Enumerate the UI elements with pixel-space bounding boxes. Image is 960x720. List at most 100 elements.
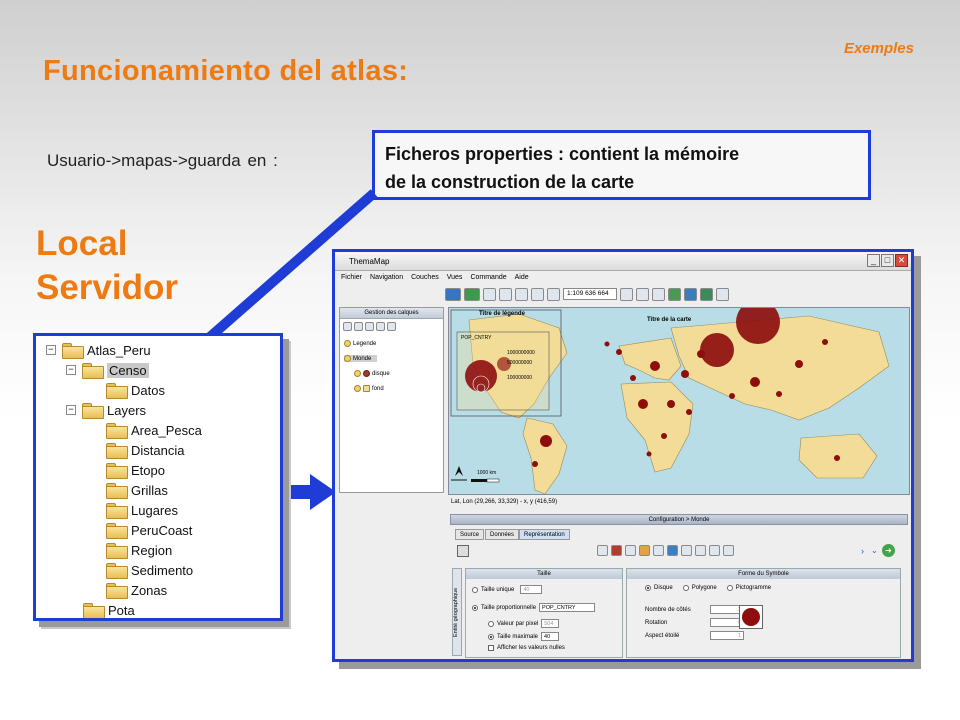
polygone-label: Polygone xyxy=(691,585,717,591)
radio-icon[interactable] xyxy=(488,620,494,627)
back-arrow-icon[interactable] xyxy=(445,287,461,301)
chart-style-icon[interactable] xyxy=(667,545,678,556)
radio-icon[interactable] xyxy=(682,585,689,591)
radio-icon[interactable] xyxy=(488,633,494,640)
tree-item-layer[interactable]: Area_Pesca xyxy=(106,420,202,440)
edit-icon[interactable] xyxy=(387,322,396,331)
taille-unique-label: Taille unique xyxy=(481,586,515,593)
tree-label-layer: Grillas xyxy=(131,482,168,498)
menu-aide[interactable]: Aide xyxy=(515,274,529,281)
globe-icon[interactable] xyxy=(700,287,713,301)
forward-arrow-icon[interactable] xyxy=(464,287,480,301)
scale-field[interactable]: 1:109 636 664 xyxy=(563,288,617,300)
close-icon[interactable]: ✕ xyxy=(895,254,908,267)
tree-item-datos[interactable]: Datos xyxy=(106,380,165,400)
tree-item-layers[interactable]: − Layers xyxy=(66,400,146,420)
scale-label: 1000 km xyxy=(477,470,497,476)
brush-icon[interactable] xyxy=(681,545,692,556)
polygone-option[interactable]: Polygone xyxy=(682,585,717,591)
zoom-icon[interactable] xyxy=(515,287,528,301)
valeur-pixel-input[interactable]: 504 xyxy=(541,619,560,628)
export-icon[interactable] xyxy=(716,287,729,301)
valeur-pixel-option[interactable]: Valeur par pixel 504 xyxy=(488,619,560,628)
tree-item-layer[interactable]: Grillas xyxy=(106,480,168,500)
tab-donnees[interactable]: Données xyxy=(485,529,520,540)
collapse-icon[interactable]: − xyxy=(46,345,56,355)
remove-icon[interactable] xyxy=(365,322,374,331)
config-list-icon[interactable] xyxy=(457,545,469,557)
country-circle xyxy=(776,391,782,397)
taille-max-option[interactable]: Taille maximale 40 xyxy=(488,632,560,641)
bar-style-icon[interactable] xyxy=(723,545,734,556)
map-view[interactable]: Titre de légende Titre de la carte POP_C… xyxy=(448,307,910,495)
delete-icon[interactable] xyxy=(547,287,560,301)
pictogramme-option[interactable]: Pictogramme xyxy=(726,585,771,591)
menu-vues[interactable]: Vues xyxy=(447,274,463,281)
afficher-option[interactable]: Afficher les valeurs nulles xyxy=(488,645,565,651)
table-icon[interactable] xyxy=(620,287,633,301)
collapse-icon[interactable]: − xyxy=(66,365,76,375)
hand-icon[interactable] xyxy=(531,287,544,301)
collapse-icon[interactable]: − xyxy=(66,405,76,415)
checkbox-icon[interactable] xyxy=(488,645,494,651)
taille-unique-input[interactable]: 40 xyxy=(520,585,543,594)
pointer-icon[interactable] xyxy=(483,287,496,301)
arrow-style-icon[interactable] xyxy=(695,545,706,556)
tree-item-layer[interactable]: Region xyxy=(106,540,172,560)
map-icon[interactable] xyxy=(668,287,681,301)
grid-style-icon[interactable] xyxy=(653,545,664,556)
chevron-down-icon[interactable]: ⌄ xyxy=(871,546,878,555)
aspect-input[interactable]: 1 xyxy=(710,631,744,640)
tree-item-censo[interactable]: − Censo xyxy=(66,360,149,380)
maximize-icon[interactable]: □ xyxy=(881,254,894,267)
layer-row-disque[interactable]: disque xyxy=(354,370,390,377)
taille-unique-option[interactable]: Taille unique 40 xyxy=(472,585,543,594)
menu-fichier[interactable]: Fichier xyxy=(341,274,362,281)
tree-item-layer[interactable]: Etopo xyxy=(106,460,165,480)
radio-icon[interactable] xyxy=(726,585,733,591)
up-icon[interactable] xyxy=(343,322,352,331)
config-title: Configuration > Monde xyxy=(450,514,908,525)
layer-row-legende[interactable]: Legende xyxy=(344,340,376,347)
menu-commande[interactable]: Commande xyxy=(470,274,506,281)
taille-prop-option[interactable]: Taille proportionnelle POP_CNTRY xyxy=(472,603,596,612)
palette-icon[interactable] xyxy=(639,545,650,556)
style-icon[interactable] xyxy=(597,545,608,556)
circle-style-icon[interactable] xyxy=(611,545,622,556)
tab-representation[interactable]: Représentation xyxy=(519,529,570,540)
attributes-icon[interactable] xyxy=(652,287,665,301)
menu-couches[interactable]: Couches xyxy=(411,274,439,281)
entity-vertical-tab[interactable]: Entité géographique xyxy=(452,568,462,656)
minimize-icon[interactable]: _ xyxy=(867,254,880,267)
apply-icon[interactable]: ➜ xyxy=(882,544,895,557)
tree-item-root[interactable]: − Atlas_Peru xyxy=(46,340,151,360)
text-style-icon[interactable] xyxy=(625,545,636,556)
field-select[interactable]: POP_CNTRY xyxy=(539,603,596,612)
grid-icon[interactable] xyxy=(636,287,649,301)
taille-max-input[interactable]: 40 xyxy=(541,632,560,641)
tree-item-layer[interactable]: Lugares xyxy=(106,500,178,520)
layer-row-fond[interactable]: fond xyxy=(354,385,384,392)
disc-style-icon xyxy=(363,370,370,377)
pie-style-icon[interactable] xyxy=(709,545,720,556)
menu-navigation[interactable]: Navigation xyxy=(370,274,403,281)
tab-source[interactable]: Source xyxy=(455,529,485,540)
disque-option[interactable]: Disque xyxy=(645,585,673,591)
tree-item-pota[interactable]: Pota xyxy=(83,600,135,618)
chevron-right-icon[interactable]: › xyxy=(861,546,864,556)
down-icon[interactable] xyxy=(354,322,363,331)
move-icon[interactable] xyxy=(499,287,512,301)
radio-icon[interactable] xyxy=(472,604,478,611)
radio-icon[interactable] xyxy=(472,586,478,593)
callout-box: Ficheros properties : contient la mémoir… xyxy=(372,130,871,200)
tree-item-layer[interactable]: Sedimento xyxy=(106,560,193,580)
radio-icon[interactable] xyxy=(645,585,651,591)
bulb-icon xyxy=(354,370,361,377)
layer-row-monde[interactable]: Monde xyxy=(344,355,378,362)
add-icon[interactable] xyxy=(376,322,385,331)
folder-icon xyxy=(106,443,128,459)
layer-icon[interactable] xyxy=(684,287,697,301)
tree-item-layer[interactable]: Zonas xyxy=(106,580,167,600)
tree-item-layer[interactable]: PeruCoast xyxy=(106,520,192,540)
tree-item-layer[interactable]: Distancia xyxy=(106,440,184,460)
